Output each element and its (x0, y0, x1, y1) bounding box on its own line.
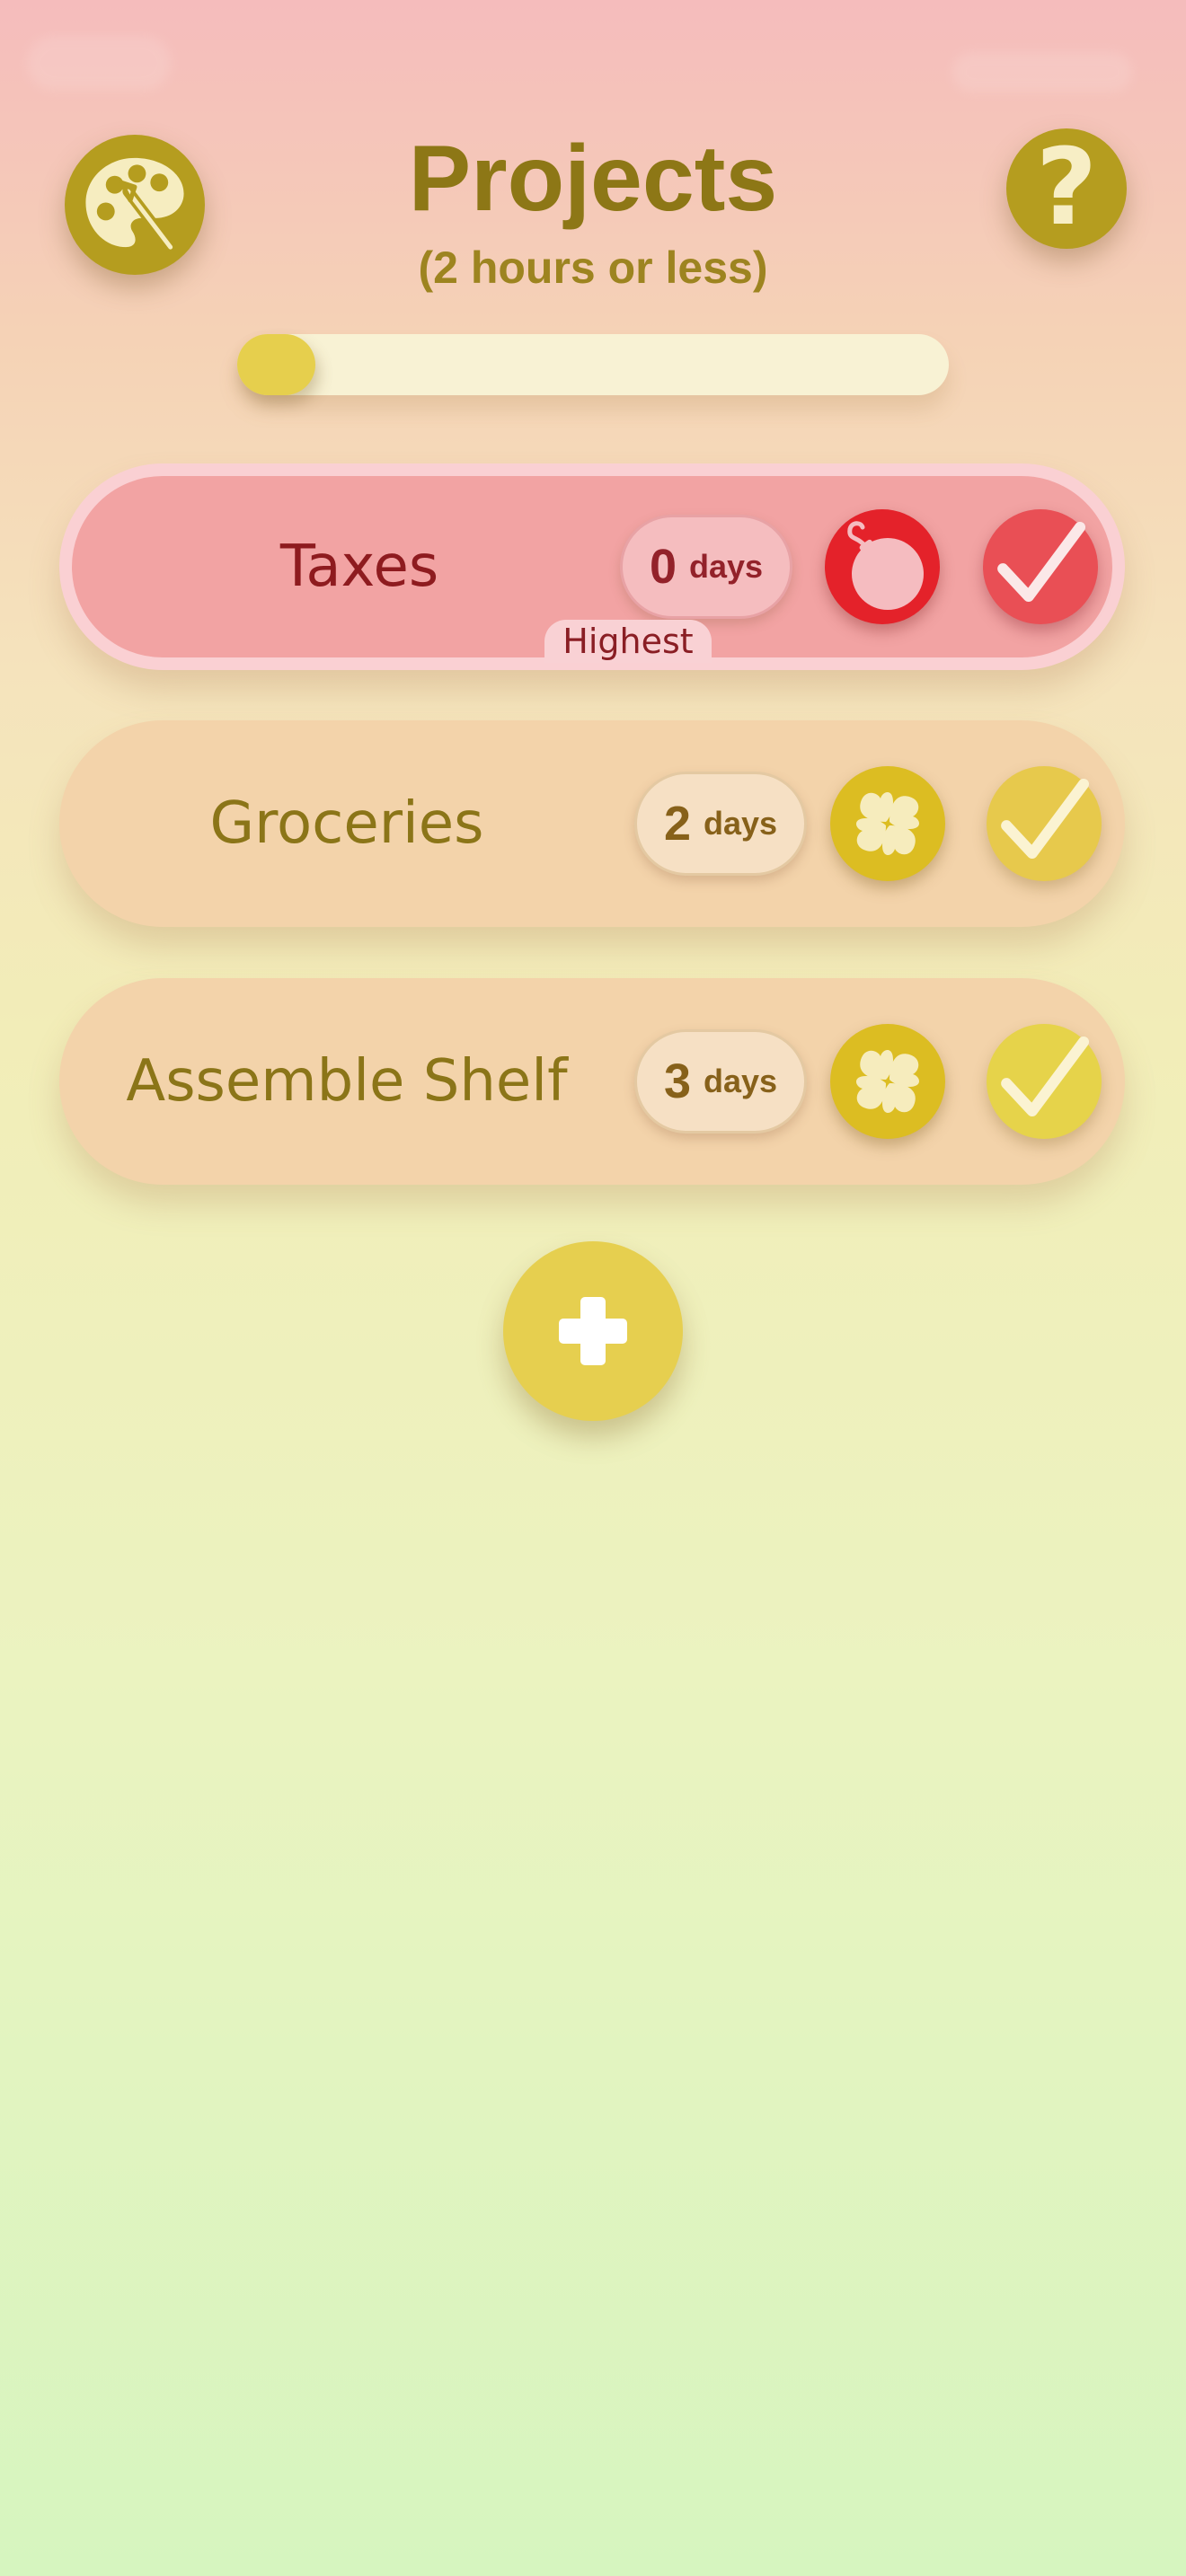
clover-icon (856, 792, 919, 855)
urgency-button[interactable] (825, 509, 940, 624)
checkmark-icon (1001, 1036, 1090, 1117)
clover-icon (856, 1050, 919, 1113)
plus-icon (559, 1297, 627, 1365)
task-name: Assemble Shelf (126, 1048, 568, 1115)
task-card-taxes[interactable]: Taxes 0 days Highest (59, 463, 1125, 670)
task-card-assemble-shelf[interactable]: Assemble Shelf 3 days (59, 978, 1125, 1185)
days-remaining-badge: 0 days (620, 515, 792, 619)
status-bar (0, 0, 1186, 117)
days-unit: days (703, 805, 778, 842)
task-name: Groceries (209, 790, 484, 857)
checkmark-icon (997, 521, 1086, 603)
days-count: 0 (649, 540, 677, 594)
checkmark-icon (1001, 778, 1090, 860)
days-count: 2 (663, 797, 691, 851)
priority-button[interactable] (830, 1024, 945, 1139)
complete-button[interactable] (983, 509, 1098, 624)
days-remaining-badge: 2 days (634, 772, 807, 876)
days-count: 3 (663, 1054, 691, 1108)
priority-label: Highest (544, 620, 712, 663)
question-mark-icon: ? (1035, 125, 1098, 249)
bomb-icon (847, 521, 924, 610)
status-bar-time (27, 36, 171, 90)
progress-fill (237, 334, 316, 395)
page-subtitle: (2 hours or less) (418, 243, 768, 293)
days-unit: days (688, 548, 764, 585)
complete-button[interactable] (987, 766, 1102, 881)
days-unit: days (703, 1063, 778, 1099)
progress-bar (237, 334, 949, 395)
days-remaining-badge: 3 days (634, 1029, 807, 1134)
add-task-button[interactable] (503, 1241, 683, 1421)
complete-button[interactable] (987, 1024, 1102, 1139)
status-bar-indicators (952, 52, 1132, 92)
priority-button[interactable] (830, 766, 945, 881)
help-button[interactable]: ? (1006, 128, 1127, 249)
task-card-groceries[interactable]: Groceries 2 days (59, 720, 1125, 927)
